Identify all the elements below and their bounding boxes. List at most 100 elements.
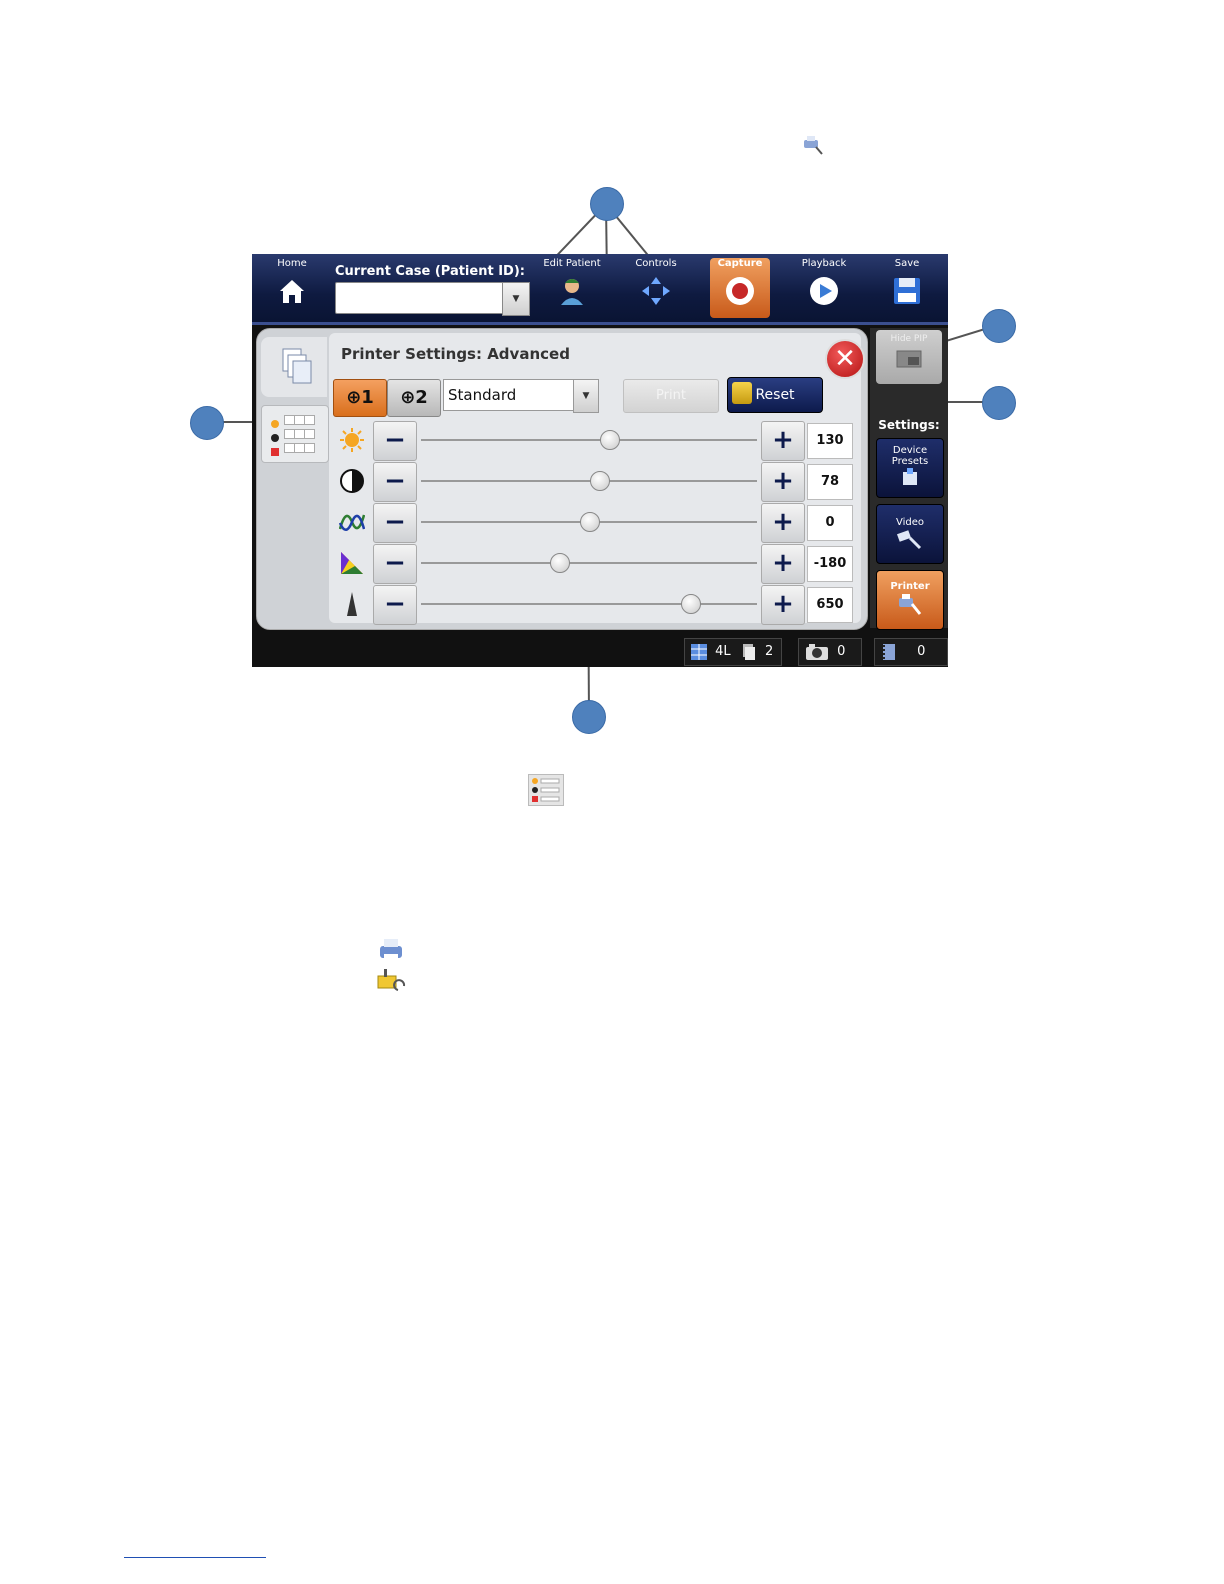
contrast-row: − + 78 — [329, 462, 861, 502]
color-slider-thumb[interactable] — [549, 553, 570, 573]
pip-icon — [896, 350, 922, 368]
print-button[interactable]: Print — [623, 379, 719, 413]
footer-link-underline[interactable] — [124, 1557, 266, 1558]
sharpness-decrease-button[interactable]: − — [373, 503, 417, 543]
color-value: -180 — [807, 546, 853, 582]
nav-capture[interactable]: Capture — [710, 258, 770, 307]
sharpness-row: − + 0 — [329, 503, 861, 543]
color-wheel-icon — [271, 448, 279, 456]
nav-save[interactable]: Save — [877, 258, 937, 307]
basic-settings-tab[interactable] — [261, 337, 327, 397]
case-label: Current Case (Patient ID): — [335, 264, 525, 279]
reset-button-label: Reset — [755, 387, 795, 403]
nav-playback-label: Playback — [801, 258, 847, 269]
nav-edit-patient-label: Edit Patient — [543, 258, 601, 269]
direction-arrows-icon — [640, 275, 672, 307]
copies-icon — [741, 643, 757, 660]
color-slider-track[interactable] — [421, 562, 757, 564]
preset-select[interactable]: Standard — [443, 379, 579, 411]
brightness-slider-thumb[interactable] — [600, 430, 621, 450]
grid-layout-icon — [691, 643, 707, 660]
patient-id-dropdown[interactable]: ▼ — [502, 282, 530, 316]
brightness-increase-button[interactable]: + — [761, 421, 805, 461]
nav-edit-patient[interactable]: Edit Patient — [542, 258, 602, 307]
sharpness-slider-thumb[interactable] — [580, 512, 600, 532]
device-presets-icon — [903, 468, 917, 485]
source-2-button[interactable]: ⊕2 — [387, 379, 441, 417]
advanced-settings-content: Printer Settings: Advanced ✕ ⊕1 ⊕2 Stand… — [329, 333, 865, 625]
gamma-row: − + 650 — [329, 585, 861, 625]
record-icon — [724, 275, 756, 307]
printer-settings-label: Printer — [890, 581, 930, 592]
device-presets-button[interactable]: Device Presets — [876, 438, 944, 498]
gamma-increase-button[interactable]: + — [761, 585, 805, 625]
brightness-slider-track[interactable] — [421, 439, 757, 441]
callout-marker-preset — [572, 700, 606, 734]
status-bar: 4L 2 0 0 — [252, 634, 948, 667]
printer-settings-icon — [802, 134, 824, 156]
copies-value: 2 — [764, 644, 774, 659]
nav-capture-label: Capture — [717, 258, 763, 269]
nav-controls[interactable]: Controls — [626, 258, 686, 307]
color-wheel-icon — [339, 550, 365, 576]
photo-count-status: 0 — [798, 638, 862, 666]
layout-value: 4L — [715, 644, 731, 659]
gamma-wedge-icon — [339, 591, 365, 617]
advanced-settings-tab[interactable] — [261, 405, 329, 463]
film-icon — [881, 643, 897, 660]
pages-icon — [282, 348, 312, 384]
gamma-slider-track[interactable] — [421, 603, 757, 605]
mini-contrast-row — [270, 428, 318, 442]
panel-tab-column — [261, 337, 329, 617]
contrast-decrease-button[interactable]: − — [373, 462, 417, 502]
sharpness-value: 0 — [807, 505, 853, 541]
printer-settings-button[interactable]: Printer — [876, 570, 944, 630]
hide-pip-label: Hide PIP — [890, 334, 928, 344]
gamma-value: 650 — [807, 587, 853, 623]
person-icon — [556, 275, 588, 307]
video-settings-label: Video — [895, 517, 925, 528]
nav-playback[interactable]: Playback — [794, 258, 854, 307]
reset-button[interactable]: Reset — [727, 377, 823, 413]
video-count-status: 0 — [874, 638, 948, 666]
color-row: − + -180 — [329, 544, 861, 584]
sharpness-increase-button[interactable]: + — [761, 503, 805, 543]
nav-home-label: Home — [277, 258, 307, 269]
sun-icon — [339, 427, 365, 453]
brightness-decrease-button[interactable]: − — [373, 421, 417, 461]
photo-count: 0 — [837, 644, 846, 659]
nav-save-label: Save — [894, 258, 920, 269]
panel-title: Printer Settings: Advanced — [341, 345, 570, 363]
mini-brightness-row — [270, 414, 318, 428]
top-nav-bar: Home Current Case (Patient ID): ▼ Edit P… — [252, 254, 948, 325]
gamma-decrease-button[interactable]: − — [373, 585, 417, 625]
contrast-increase-button[interactable]: + — [761, 462, 805, 502]
preset-dropdown-button[interactable]: ▼ — [573, 379, 599, 413]
video-count: 0 — [917, 644, 926, 659]
contrast-slider-thumb[interactable] — [590, 471, 611, 491]
color-decrease-button[interactable]: − — [373, 544, 417, 584]
brightness-row: − + 130 — [329, 421, 861, 461]
print-button-label: Print — [656, 388, 686, 403]
contrast-slider-track[interactable] — [421, 480, 757, 482]
camera-icon — [805, 643, 829, 660]
print-icon — [376, 936, 406, 964]
callout-marker-print — [982, 386, 1016, 420]
source-1-button[interactable]: ⊕1 — [333, 379, 387, 417]
nav-controls-label: Controls — [635, 258, 677, 269]
nav-home[interactable]: Home — [262, 258, 322, 307]
gamma-slider-thumb[interactable] — [680, 594, 701, 614]
settings-label: Settings: — [878, 418, 940, 432]
reset-icon — [732, 382, 752, 404]
device-presets-label: Device Presets — [891, 445, 929, 467]
video-settings-button[interactable]: Video — [876, 504, 944, 564]
play-icon — [808, 275, 840, 307]
hide-pip-button[interactable]: Hide PIP — [876, 330, 942, 384]
reset-icon — [376, 966, 406, 996]
color-increase-button[interactable]: + — [761, 544, 805, 584]
close-button[interactable]: ✕ — [825, 339, 865, 379]
patient-id-input[interactable] — [335, 282, 509, 314]
contrast-value: 78 — [807, 464, 853, 500]
brightness-value: 130 — [807, 423, 853, 459]
settings-panel: Printer Settings: Advanced ✕ ⊕1 ⊕2 Stand… — [256, 328, 868, 630]
